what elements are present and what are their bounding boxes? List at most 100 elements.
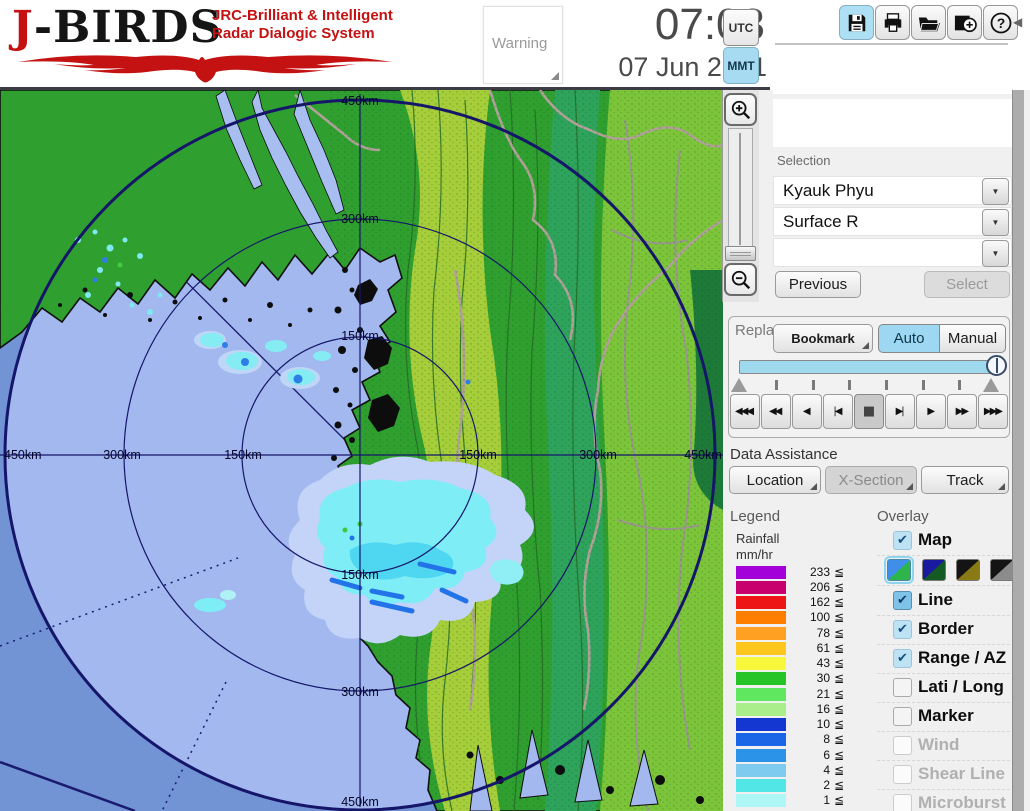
radar-map[interactable]: 450km 300km 150km 150km 300km 450km 450k… [0, 90, 723, 811]
border-checkbox[interactable]: ✔ [893, 620, 912, 639]
capture-icon [953, 12, 977, 34]
panel-scrollbar[interactable] [1012, 90, 1024, 811]
lte-icon: ≦ [834, 732, 844, 746]
legend-label: Legend [730, 508, 780, 525]
legend-value: 30 [786, 671, 830, 685]
corner-arrow-icon [862, 342, 869, 349]
map-checkbox[interactable]: ✔ [893, 531, 912, 550]
overlay-row-lati-long[interactable]: Lati / Long [877, 674, 1010, 703]
overlay-row-marker[interactable]: Marker [877, 703, 1010, 732]
map-style-swatch-3[interactable] [956, 559, 980, 581]
zoom-in-icon [730, 99, 752, 121]
forward-button[interactable]: ▶▶ [947, 394, 977, 429]
zoom-slider-handle[interactable] [725, 246, 756, 261]
manual-button[interactable]: Manual [939, 324, 1006, 353]
zoom-in-button[interactable] [724, 93, 757, 126]
legend-row: 1 ≦ [730, 793, 860, 808]
legend-unit-line2: mm/hr [736, 547, 773, 562]
transport-controls: ◀◀◀ ◀◀ ◀ |◀ ■ ▶| ▶ ▶▶ ▶▶▶ [729, 394, 1009, 429]
lte-icon: ≦ [834, 687, 844, 701]
overlay-item-label: Wind [918, 735, 959, 755]
forward-fast-button[interactable]: ▶▶▶ [978, 394, 1008, 429]
range-box: Range 450 km [773, 99, 1012, 147]
site-dropdown[interactable]: Kyauk Phyu ▼ [773, 176, 1012, 205]
timezone-utc-button[interactable]: UTC [723, 9, 759, 46]
legend-value: 16 [786, 702, 830, 716]
chevron-down-icon[interactable]: ▼ [982, 209, 1009, 236]
lte-icon: ≦ [834, 717, 844, 731]
lte-icon: ≦ [834, 595, 844, 609]
play-reverse-button[interactable]: ◀ [792, 394, 822, 429]
previous-button[interactable]: Previous [775, 271, 861, 298]
slider-tick [848, 380, 851, 390]
lati-long-checkbox[interactable] [893, 678, 912, 697]
legend-row: 78 ≦ [730, 626, 860, 641]
rewind-button[interactable]: ◀◀ [761, 394, 791, 429]
print-button[interactable] [875, 5, 910, 40]
product-dropdown[interactable]: Surface R ▼ [773, 207, 1012, 236]
replay-range-end-marker[interactable] [983, 378, 999, 392]
site-dropdown-value: Kyauk Phyu [783, 181, 874, 201]
zoom-out-icon [730, 269, 752, 291]
lte-icon: ≦ [834, 626, 844, 640]
chevron-down-icon[interactable]: ▼ [982, 178, 1009, 205]
overlay-row-microburst: Microburst [877, 790, 1010, 811]
replay-range-start-marker[interactable] [731, 378, 747, 392]
legend-swatch [736, 657, 786, 670]
map-style-swatch-1[interactable] [887, 559, 911, 581]
save-button[interactable] [839, 5, 874, 40]
eagle-logo-icon [16, 50, 394, 84]
overlay-item-label: Range / AZ [918, 648, 1006, 668]
wind-checkbox [893, 736, 912, 755]
bookmark-button[interactable]: Bookmark [773, 324, 873, 353]
step-forward-button[interactable]: ▶| [885, 394, 915, 429]
bookmark-label: Bookmark [791, 331, 855, 346]
legend-value: 1 [786, 793, 830, 807]
legend-swatch [736, 764, 786, 777]
lte-icon: ≦ [834, 748, 844, 762]
lte-icon: ≦ [834, 565, 844, 579]
chevron-down-icon[interactable]: ▼ [982, 240, 1009, 267]
lte-icon: ≦ [834, 671, 844, 685]
timezone-mmt-button[interactable]: MMT [723, 47, 759, 84]
stop-button[interactable]: ■ [854, 394, 884, 429]
range-az-checkbox[interactable]: ✔ [893, 649, 912, 668]
legend-row: 43 ≦ [730, 656, 860, 671]
overlay-row-map[interactable]: ✔ Map [877, 527, 1010, 556]
overlay-item-label: Border [918, 619, 974, 639]
rewind-fast-button[interactable]: ◀◀◀ [730, 394, 760, 429]
xsection-button[interactable]: X-Section [825, 466, 917, 494]
open-folder-icon [917, 12, 941, 34]
select-button[interactable]: Select [924, 271, 1010, 298]
overlay-row-line[interactable]: ✔ Line [877, 587, 1010, 616]
auto-button[interactable]: Auto [878, 324, 940, 353]
track-button[interactable]: Track [921, 466, 1009, 494]
zoom-out-button[interactable] [724, 263, 757, 296]
legend-value: 78 [786, 626, 830, 640]
warning-label: Warning [492, 35, 547, 52]
extra-dropdown[interactable]: ▼ [773, 238, 1012, 267]
play-button[interactable]: ▶ [916, 394, 946, 429]
marker-checkbox[interactable] [893, 707, 912, 726]
location-button[interactable]: Location [729, 466, 821, 494]
step-back-button[interactable]: |◀ [823, 394, 853, 429]
legend-row: 233 ≦ [730, 565, 860, 580]
map-style-swatch-2[interactable] [922, 559, 946, 581]
legend-swatch [736, 688, 786, 701]
track-label: Track [947, 472, 984, 489]
collapse-panel-icon[interactable]: ◀ [1013, 15, 1022, 29]
replay-slider-handle[interactable] [986, 355, 1007, 376]
legend-row: 2 ≦ [730, 778, 860, 793]
overlay-row-border[interactable]: ✔ Border [877, 616, 1010, 645]
corner-arrow-icon [998, 483, 1005, 490]
capture-button[interactable] [947, 5, 982, 40]
line-checkbox[interactable]: ✔ [893, 591, 912, 610]
replay-slider-track[interactable] [739, 360, 1001, 374]
overlay-item-label: Map [918, 530, 952, 550]
lte-icon: ≦ [834, 610, 844, 624]
overlay-row-range-az[interactable]: ✔ Range / AZ [877, 645, 1010, 674]
open-folder-button[interactable] [911, 5, 946, 40]
svg-text:150km: 150km [341, 568, 379, 582]
map-style-swatch-4[interactable] [990, 559, 1014, 581]
legend-swatch [736, 596, 786, 609]
